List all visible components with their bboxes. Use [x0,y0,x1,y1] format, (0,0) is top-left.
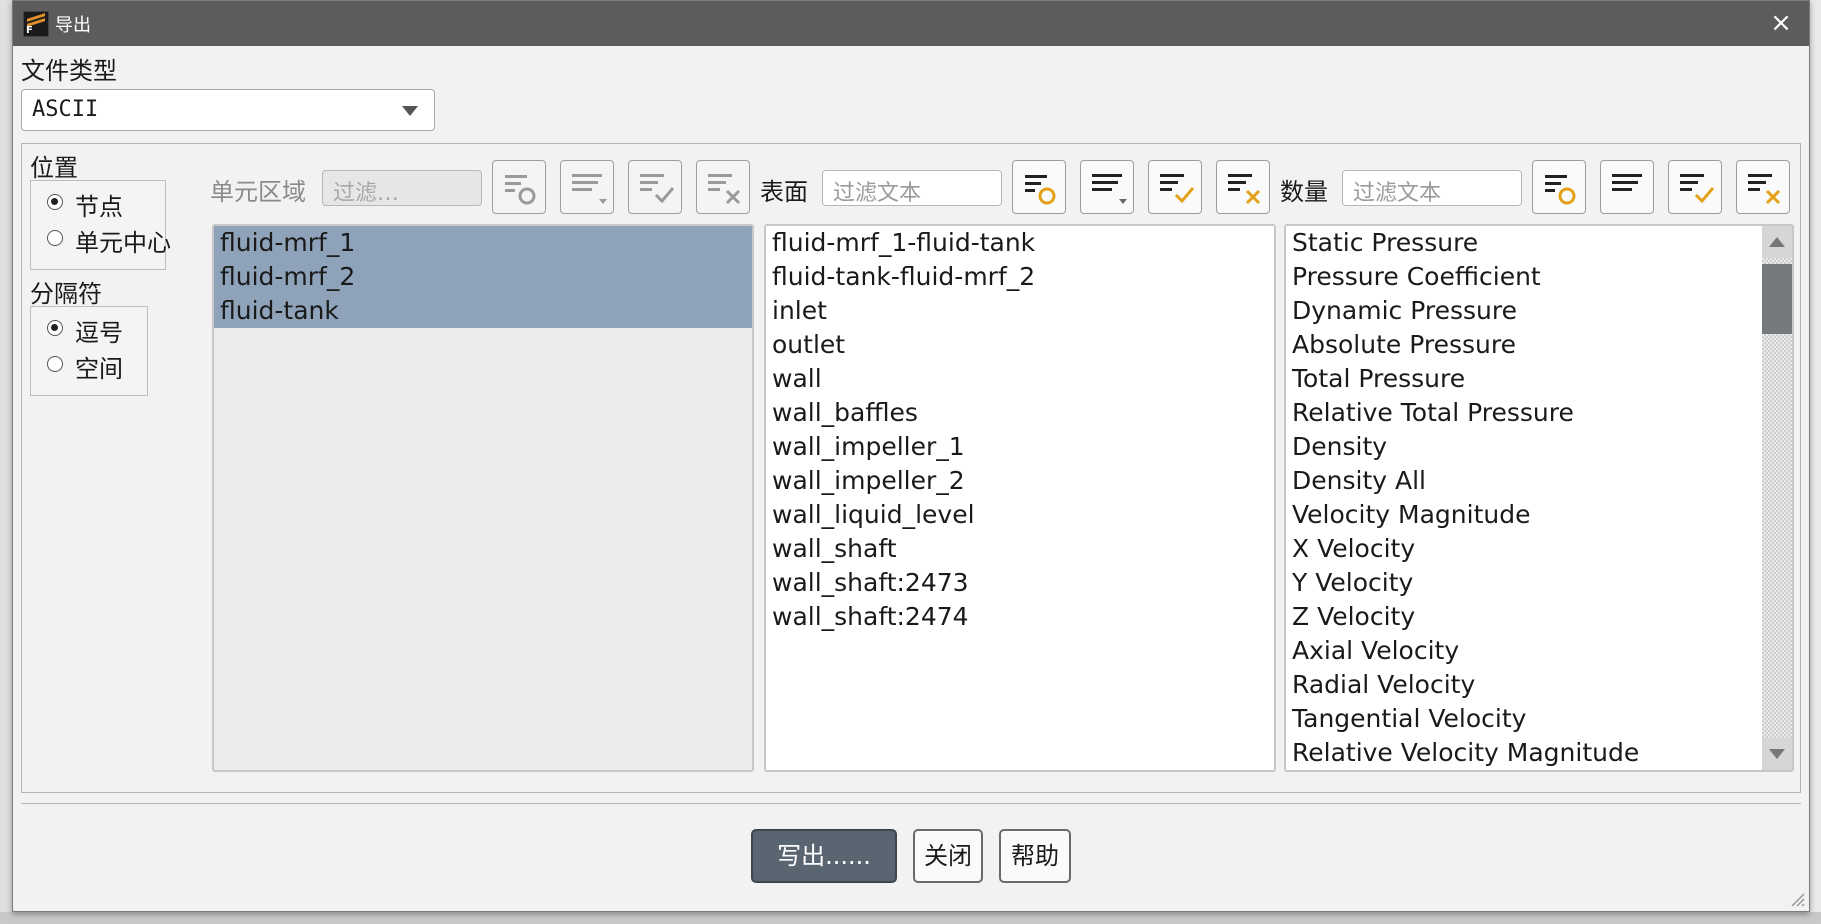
radio-label: 逗号 [75,319,123,347]
export-dialog: F 导出 × 文件类型 ASCII 位置 节点 单元中心 分隔符 逗号 空间 单… [12,0,1810,912]
cell-zones-filter-input[interactable]: 过滤… [322,170,482,206]
surfaces-filter-input[interactable]: 过滤文本 [822,170,1002,206]
help-button[interactable]: 帮助 [999,829,1071,883]
surfaces-select-all-button[interactable] [1148,160,1202,214]
deselect-all-x-icon [708,174,741,205]
filter-circle-icon [1025,175,1056,205]
list-item-cell-zone[interactable]: fluid-mrf_2 [214,260,752,294]
radio-button[interactable] [47,230,63,246]
radio-button[interactable] [47,194,63,210]
cell-zones-select-all-button[interactable] [628,160,682,214]
filter-circle-icon [505,175,536,205]
list-item-quantity[interactable]: Absolute Pressure [1286,328,1762,362]
cell-zones-filter-button[interactable] [492,160,546,214]
list-item-surface[interactable]: wall_baffles [766,396,1274,430]
background-bottom [0,912,1821,924]
chevron-down-icon[interactable] [402,106,418,116]
quantities-scrollbar[interactable] [1762,226,1792,770]
surfaces-label: 表面 [760,178,808,206]
list-item-quantity[interactable]: Relative Total Pressure [1286,396,1762,430]
close-button[interactable]: 关闭 [913,829,983,883]
app-logo-icon: F [23,11,49,37]
cell-zones-list-menu-button[interactable] [560,160,614,214]
scroll-down-arrow-icon[interactable] [1762,738,1792,770]
list-item-quantity[interactable]: Z Velocity [1286,600,1762,634]
file-type-value: ASCII [32,97,99,122]
quantities-deselect-all-button[interactable] [1736,160,1790,214]
quantities-list-viewport: Static Pressure Pressure Coefficient Dyn… [1286,226,1762,770]
list-item-quantity[interactable]: Density [1286,430,1762,464]
list-dropdown-icon [1092,174,1127,204]
surfaces-list[interactable]: fluid-mrf_1-fluid-tank fluid-tank-fluid-… [764,224,1276,772]
cell-zones-label: 单元区域 [210,178,306,206]
list-item-quantity[interactable]: Dynamic Pressure [1286,294,1762,328]
select-all-check-icon [1680,174,1715,204]
quantities-filter-button[interactable] [1532,160,1586,214]
list-item-quantity[interactable]: Relative Velocity Magnitude [1286,736,1762,770]
radio-button[interactable] [47,320,63,336]
location-group: 节点 单元中心 [30,180,171,270]
list-item-quantity[interactable]: Static Pressure [1286,226,1762,260]
list-item-surface[interactable]: fluid-tank-fluid-mrf_2 [766,260,1274,294]
list-item-surface[interactable]: wall_shaft:2473 [766,566,1274,600]
list-item-surface[interactable]: wall_liquid_level [766,498,1274,532]
list-item-surface[interactable]: wall_shaft:2474 [766,600,1274,634]
quantities-list[interactable]: Static Pressure Pressure Coefficient Dyn… [1284,224,1794,772]
list-dropdown-icon [572,174,607,204]
close-icon[interactable]: × [1767,9,1795,37]
deselect-all-x-icon [1748,174,1781,205]
quantities-label: 数量 [1280,178,1328,206]
surfaces-list-menu-button[interactable] [1080,160,1134,214]
quantities-select-all-button[interactable] [1668,160,1722,214]
quantities-filter-input[interactable]: 过滤文本 [1342,170,1522,206]
list-item-surface[interactable]: wall_impeller_2 [766,464,1274,498]
list-item-surface[interactable]: outlet [766,328,1274,362]
delimiter-group: 逗号 空间 [30,306,148,396]
list-item-quantity[interactable]: Y Velocity [1286,566,1762,600]
list-item-quantity[interactable]: Density All [1286,464,1762,498]
list-item-quantity[interactable]: Tangential Velocity [1286,702,1762,736]
delimiter-label: 分隔符 [30,280,102,308]
location-label: 位置 [30,154,78,182]
list-item-quantity[interactable]: X Velocity [1286,532,1762,566]
file-type-label: 文件类型 [21,57,117,85]
surfaces-filter-button[interactable] [1012,160,1066,214]
footer-divider [21,803,1801,804]
list-item-surface[interactable]: inlet [766,294,1274,328]
list-item-quantity[interactable]: Axial Velocity [1286,634,1762,668]
list-dropdown-icon [1612,174,1642,191]
window-title: 导出 [55,15,91,36]
list-item-quantity[interactable]: Pressure Coefficient [1286,260,1762,294]
list-item-surface[interactable]: fluid-mrf_1-fluid-tank [766,226,1274,260]
radio-label: 空间 [75,355,123,383]
write-button[interactable]: 写出...... [751,829,897,883]
resize-grip-icon[interactable] [1789,891,1805,907]
list-item-quantity[interactable]: Total Pressure [1286,362,1762,396]
list-item-cell-zone[interactable]: fluid-tank [214,294,752,328]
file-type-select[interactable]: ASCII [21,89,435,131]
list-item-surface[interactable]: wall_shaft [766,532,1274,566]
radio-label: 节点 [75,193,123,221]
select-all-check-icon [640,174,675,204]
title-bar[interactable]: F 导出 × [13,1,1809,46]
radio-label: 单元中心 [75,229,171,257]
select-all-check-icon [1160,174,1195,204]
filter-circle-icon [1545,175,1576,205]
list-item-cell-zone[interactable]: fluid-mrf_1 [214,226,752,260]
list-item-surface[interactable]: wall [766,362,1274,396]
scroll-up-arrow-icon[interactable] [1762,226,1792,258]
cell-zones-deselect-all-button[interactable] [696,160,750,214]
list-item-surface[interactable]: wall_impeller_1 [766,430,1274,464]
background-left [0,0,12,924]
cell-zones-list[interactable]: fluid-mrf_1 fluid-mrf_2 fluid-tank [212,224,754,772]
export-options-frame: 位置 节点 单元中心 分隔符 逗号 空间 单元区域 过滤… 表面 过滤文本 数量… [21,143,1801,793]
surfaces-deselect-all-button[interactable] [1216,160,1270,214]
list-item-quantity[interactable]: Velocity Magnitude [1286,498,1762,532]
list-item-quantity[interactable]: Radial Velocity [1286,668,1762,702]
quantities-list-menu-button[interactable] [1600,160,1654,214]
radio-button[interactable] [47,356,63,372]
deselect-all-x-icon [1228,174,1261,205]
scrollbar-thumb[interactable] [1762,264,1792,334]
